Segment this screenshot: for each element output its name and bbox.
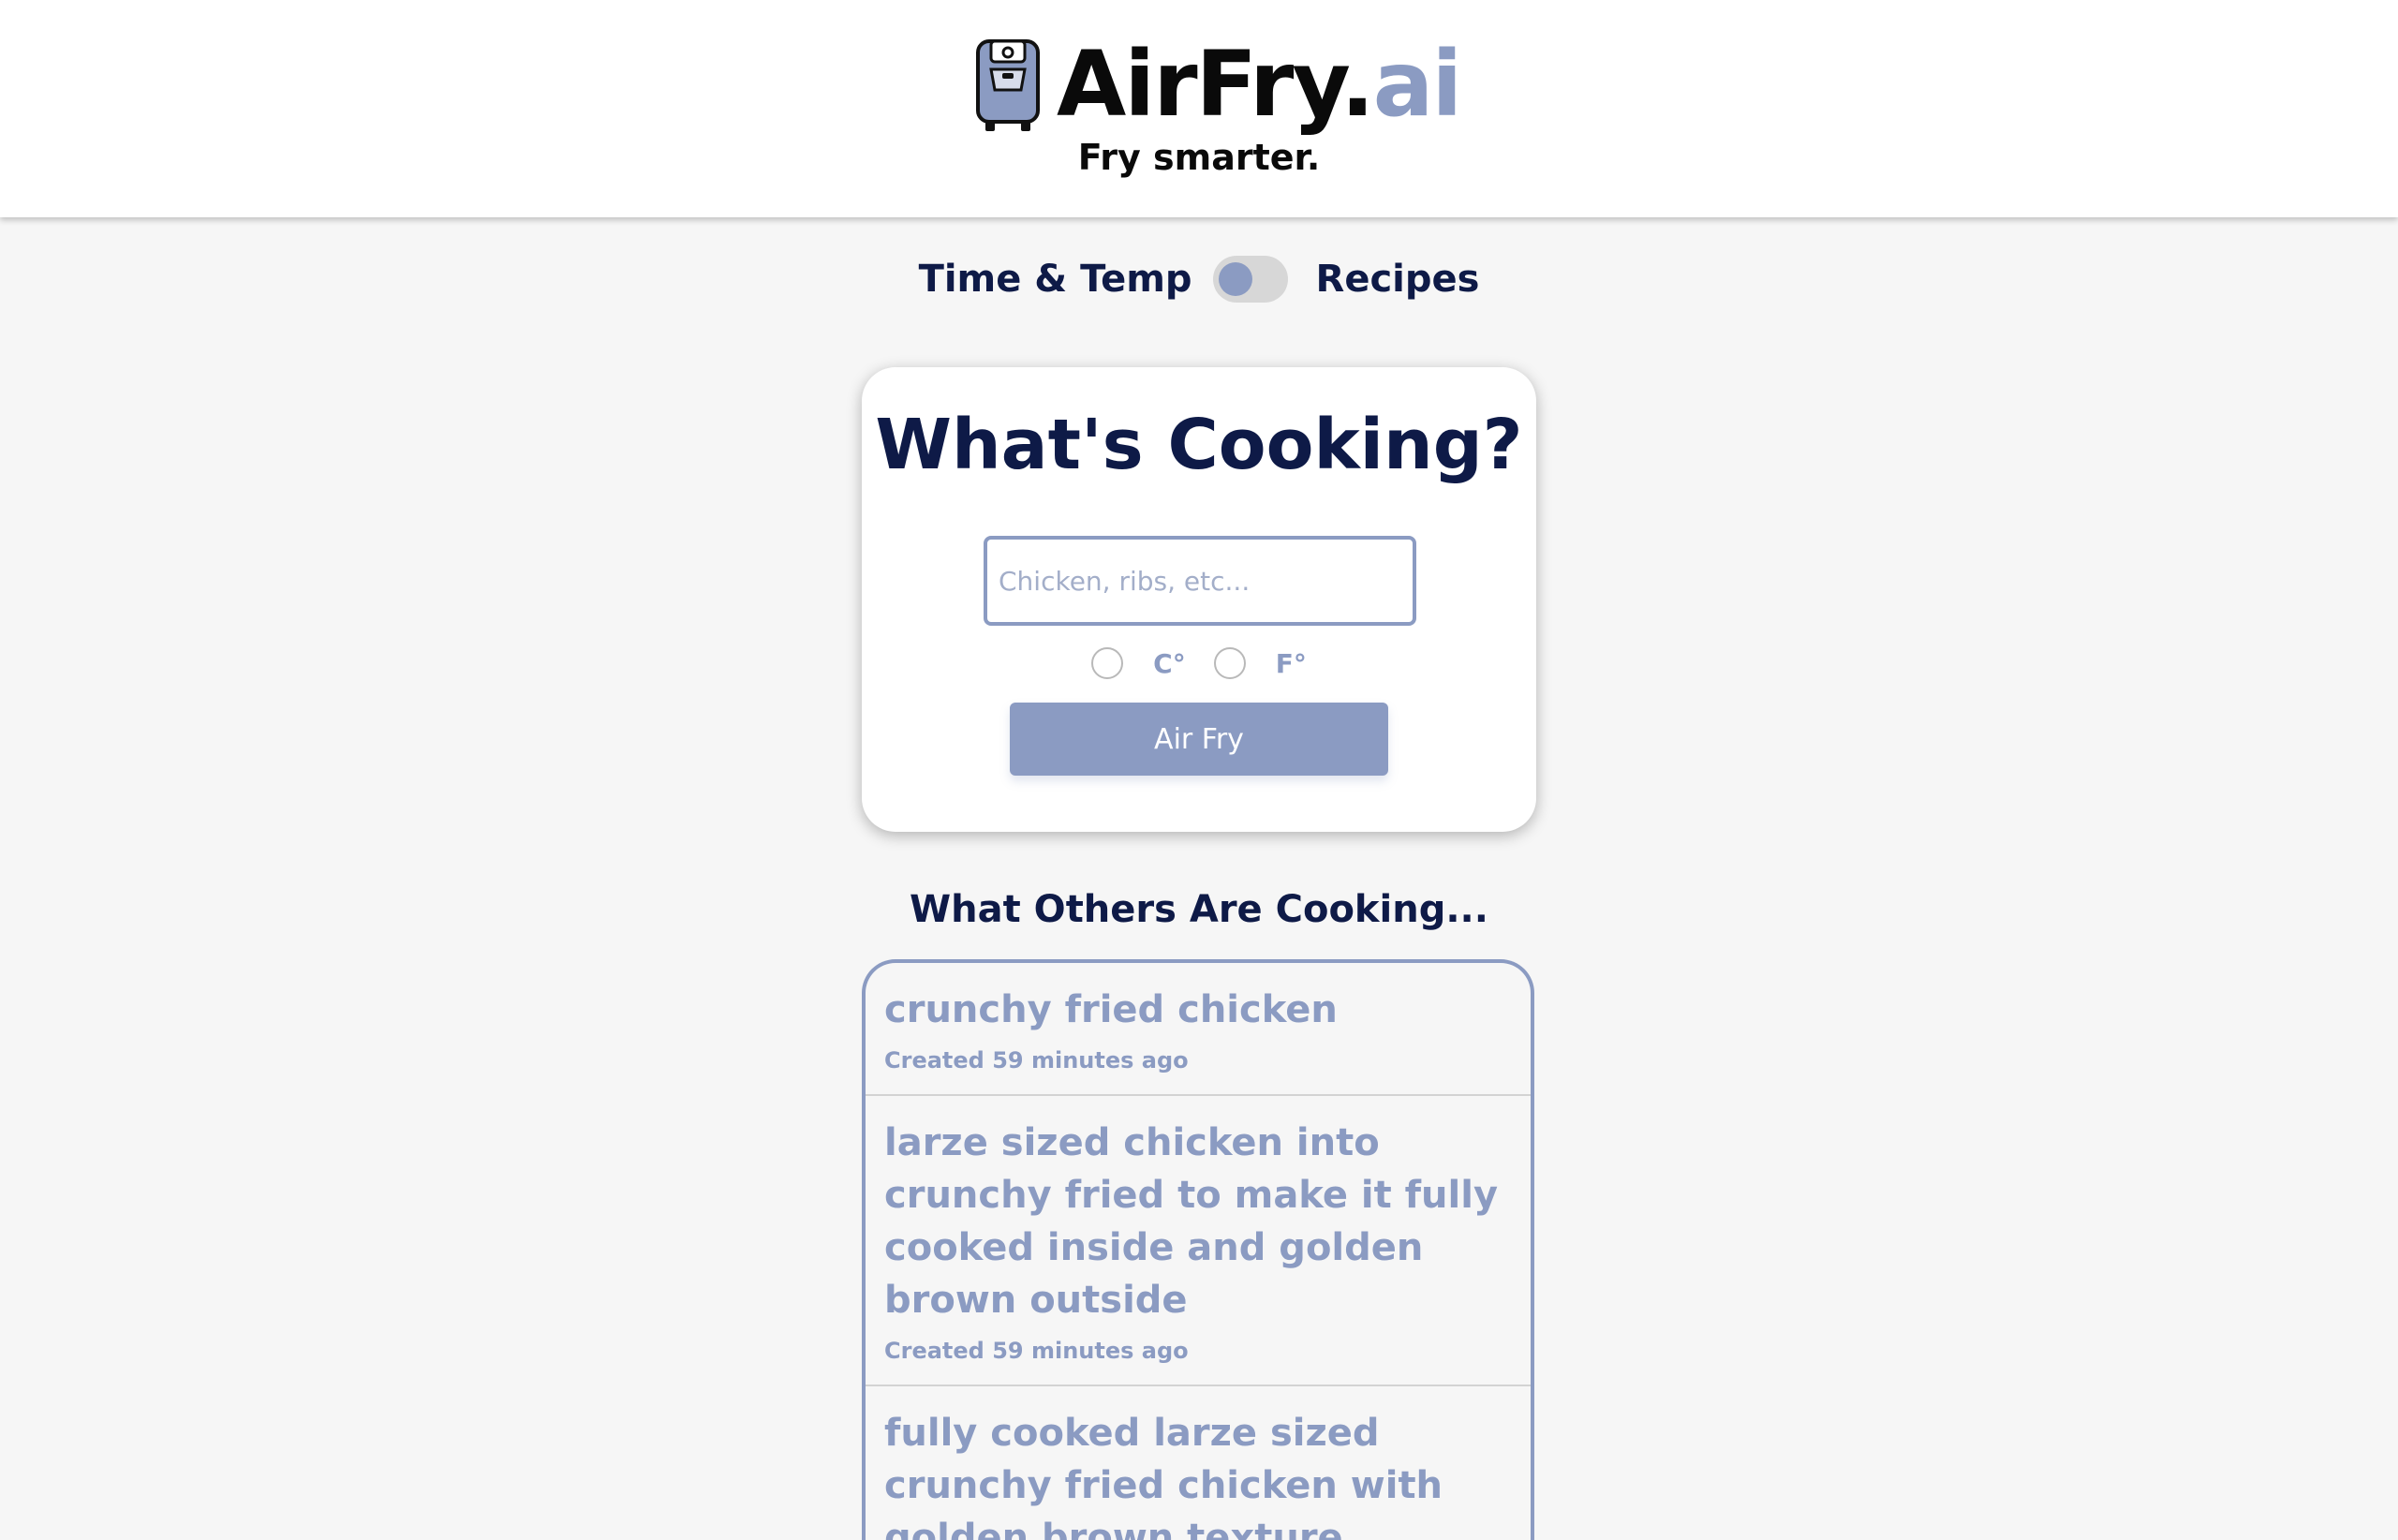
list-item-title: fully cooked larze sized crunchy fried c… (884, 1412, 1443, 1540)
others-section-title: What Others Are Cooking... (910, 888, 1488, 931)
air-fryer-icon (976, 39, 1040, 131)
celsius-radio[interactable] (1091, 647, 1124, 679)
list-item[interactable]: crunchy fried chicken Created 59 minutes… (866, 963, 1531, 1096)
celsius-label[interactable]: C° (1153, 648, 1186, 679)
food-input[interactable] (984, 536, 1416, 626)
brand-name: AirFry.ai (1057, 36, 1462, 133)
toggle-knob (1218, 262, 1252, 296)
recent-recipes-list[interactable]: crunchy fried chicken Created 59 minutes… (862, 959, 1534, 1540)
site-header: AirFry.ai Fry smarter. (0, 0, 2398, 217)
list-item-timestamp: Created 59 minutes ago (884, 1338, 1189, 1364)
mode-toggle-switch[interactable] (1212, 256, 1288, 303)
mode-toggle-row: Time & Temp Recipes (0, 251, 2398, 307)
fahrenheit-label[interactable]: F° (1276, 648, 1307, 679)
air-fry-button[interactable]: Air Fry (1010, 703, 1388, 776)
fahrenheit-radio[interactable] (1213, 647, 1246, 679)
card-title: What's Cooking? (875, 405, 1523, 485)
list-item-title: crunchy fried chicken (884, 988, 1338, 1031)
brand-accent: ai (1372, 32, 1463, 137)
toggle-label-recipes[interactable]: Recipes (1316, 258, 1480, 301)
cooking-card: What's Cooking? C° F° Air Fry (862, 367, 1536, 832)
tagline: Fry smarter. (1077, 137, 1321, 178)
brand-main: AirFry. (1057, 32, 1375, 137)
list-item-timestamp: Created 59 minutes ago (884, 1047, 1189, 1074)
unit-selector: C° F° (862, 644, 1536, 682)
logo[interactable]: AirFry.ai (974, 36, 1462, 133)
toggle-label-time-temp[interactable]: Time & Temp (919, 258, 1192, 301)
list-item-title: larze sized chicken into crunchy fried t… (884, 1121, 1499, 1322)
list-item[interactable]: larze sized chicken into crunchy fried t… (866, 1096, 1531, 1386)
list-item[interactable]: fully cooked larze sized crunchy fried c… (866, 1386, 1531, 1540)
